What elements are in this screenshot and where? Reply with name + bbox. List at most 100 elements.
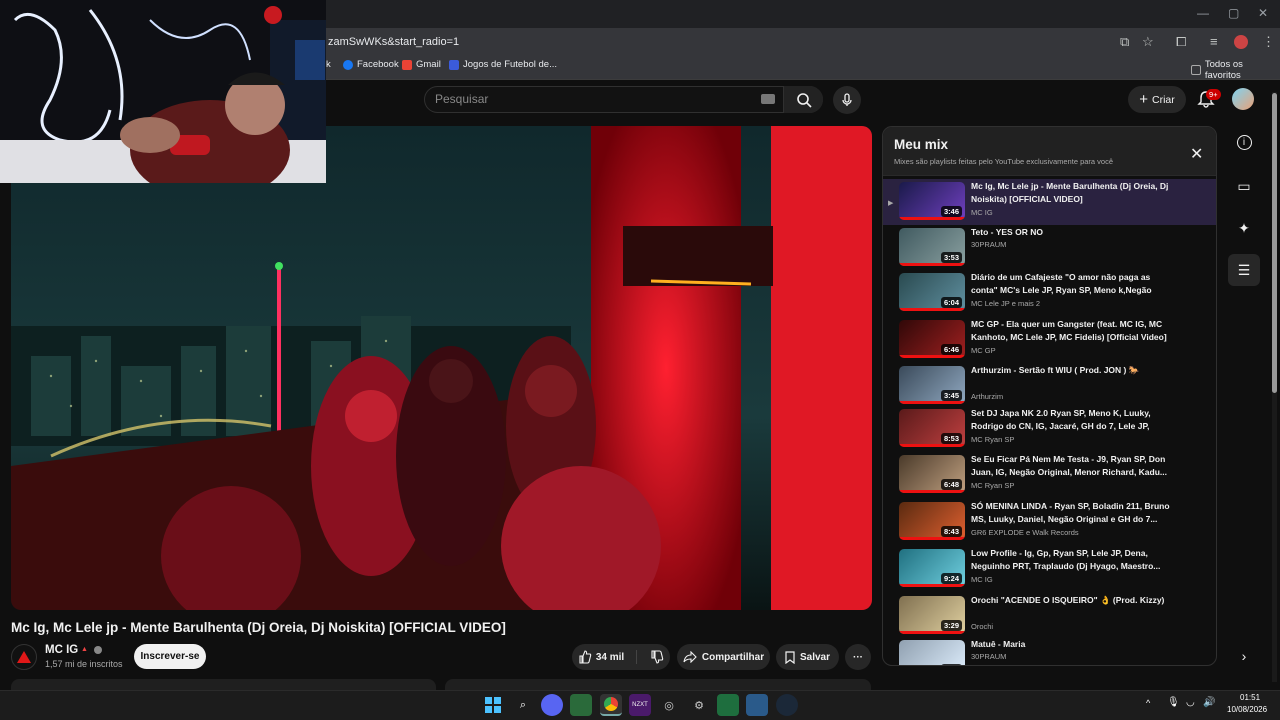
minimize-icon[interactable]: —: [1197, 6, 1209, 20]
playlist-item[interactable]: 6:04 Diário de um Cafajeste "O amor não p…: [883, 270, 1216, 316]
photos-icon[interactable]: [746, 694, 768, 716]
keyboard-icon[interactable]: [761, 94, 775, 104]
duration-badge: 3:29: [940, 620, 962, 631]
channel-avatar[interactable]: [11, 644, 37, 670]
extensions-icon[interactable]: ⧠: [1176, 34, 1186, 50]
playlist-item-channel: MC Lele JP e mais 2: [971, 299, 1041, 308]
playlist-thumbnail[interactable]: 3:53: [899, 228, 965, 266]
windows-logo-icon: [485, 697, 501, 713]
playlist-item[interactable]: ▶ 3:46 Mc Ig, Mc Lele jp - Mente Barulhent…: [883, 179, 1216, 225]
playlist-thumbnail[interactable]: 6:48: [899, 455, 965, 493]
playlist-item-title[interactable]: Teto - YES OR NO: [971, 226, 1176, 239]
playlist-thumbnail[interactable]: 3:46: [899, 182, 965, 220]
playlist-item-title[interactable]: Low Profile - Ig, Gp, Ryan SP, Lele JP, …: [971, 547, 1176, 573]
playlist-item[interactable]: 3:45 Arthurzim - Sertão ft WIU ( Prod. JO…: [883, 363, 1216, 409]
playlist-item-title[interactable]: Mc Ig, Mc Lele jp - Mente Barulhenta (Dj…: [971, 180, 1176, 206]
voice-search-button[interactable]: [833, 86, 861, 114]
playlist-thumbnail[interactable]: 8:53: [899, 409, 965, 447]
excel-icon[interactable]: [717, 694, 739, 716]
clock-date[interactable]: 10/08/2026: [1227, 705, 1267, 714]
share-button[interactable]: Compartilhar: [677, 644, 770, 670]
bookmark-jogos[interactable]: Jogos de Futebol de...: [449, 59, 557, 70]
channel-name[interactable]: MC IG: [45, 644, 78, 656]
dislike-button[interactable]: [642, 650, 664, 664]
url-text[interactable]: zamSwWKs&start_radio=1: [328, 36, 459, 48]
search-icon: [796, 92, 812, 108]
playlist-item[interactable]: 9:24 Low Profile - Ig, Gp, Ryan SP, Lele …: [883, 546, 1216, 592]
info-button[interactable]: i: [1228, 126, 1260, 158]
app-circle-icon[interactable]: ◎: [658, 694, 680, 716]
playlist-thumbnail[interactable]: 3:16: [899, 640, 965, 665]
artist-note-icon: ▲: [81, 646, 88, 653]
playlist-thumbnail[interactable]: 3:45: [899, 366, 965, 404]
playlist-item[interactable]: 3:29 Orochi "ACENDE O ISQUEIRO" 👌 (Prod. …: [883, 593, 1216, 639]
playlist-thumbnail[interactable]: 6:46: [899, 320, 965, 358]
playlist-item[interactable]: 3:53 Teto - YES OR NO 30PRAUM: [883, 225, 1216, 271]
playlist-toggle-button[interactable]: ☰: [1228, 254, 1260, 286]
nzxt-icon[interactable]: NZXT: [629, 694, 651, 716]
subscribe-button[interactable]: Inscrever-se: [134, 644, 206, 669]
profile-icon[interactable]: [1234, 35, 1248, 49]
bookmark-facebook[interactable]: Facebook: [343, 59, 399, 70]
more-actions-button[interactable]: ···: [845, 644, 871, 670]
video-frame: [11, 126, 872, 610]
playlist-thumbnail[interactable]: 9:24: [899, 549, 965, 587]
playlist-item-title[interactable]: Diário de um Cafajeste "O amor não paga …: [971, 271, 1176, 297]
chrome-icon[interactable]: [600, 694, 622, 716]
menu-dots-icon[interactable]: ⋮: [1262, 34, 1275, 50]
save-button[interactable]: Salvar: [776, 644, 839, 670]
like-button[interactable]: 34 mil: [578, 650, 638, 664]
settings-gear-icon[interactable]: ⚙: [688, 694, 710, 716]
expand-rail-button[interactable]: ›: [1228, 640, 1260, 672]
tray-chevron-icon[interactable]: ^: [1146, 698, 1150, 708]
search-box[interactable]: [424, 86, 823, 113]
playlist-item-title[interactable]: Matuê - Maria: [971, 638, 1176, 651]
clock-time[interactable]: 01:51: [1240, 693, 1260, 702]
app-green-icon[interactable]: [570, 694, 592, 716]
steam-icon[interactable]: [776, 694, 798, 716]
playlist-thumbnail[interactable]: 6:04: [899, 273, 965, 311]
bookmark-gmail[interactable]: Gmail: [402, 59, 441, 70]
bookmark-item[interactable]: k: [326, 59, 331, 70]
ai-button[interactable]: ✦: [1228, 212, 1260, 244]
video-player[interactable]: [11, 126, 872, 610]
media-icon[interactable]: ≡: [1210, 34, 1218, 49]
share-icon: [683, 651, 697, 663]
playlist-item[interactable]: 6:46 MC GP - Ela quer um Gangster (feat. …: [883, 317, 1216, 363]
microphone-tray-icon[interactable]: 🎙: [1167, 697, 1180, 708]
playlist-item-title[interactable]: Arthurzim - Sertão ft WIU ( Prod. JON ) …: [971, 364, 1176, 377]
playlist-item-title[interactable]: Set DJ Japa NK 2.0 Ryan SP, Meno K, Luuk…: [971, 407, 1176, 433]
playlist-item[interactable]: 8:53 Set DJ Japa NK 2.0 Ryan SP, Meno K, …: [883, 406, 1216, 452]
search-input[interactable]: [435, 92, 755, 106]
volume-icon[interactable]: 🔊: [1203, 697, 1215, 708]
windows-start-icon[interactable]: [482, 694, 504, 716]
playlist-item-title[interactable]: MC GP - Ela quer um Gangster (feat. MC I…: [971, 318, 1176, 344]
playlist-item-title[interactable]: SÓ MENINA LINDA - Ryan SP, Boladin 211, …: [971, 500, 1176, 526]
playlist-item[interactable]: 6:48 Se Eu Ficar Pá Nem Me Testa - J9, Ry…: [883, 452, 1216, 498]
chat-button[interactable]: ▭: [1228, 170, 1260, 202]
scrollbar-thumb[interactable]: [1272, 93, 1277, 393]
star-icon[interactable]: ☆: [1142, 34, 1154, 50]
duration-badge: 6:46: [940, 344, 962, 355]
close-window-icon[interactable]: ✕: [1258, 6, 1268, 20]
chevron-right-icon: ›: [1241, 648, 1247, 664]
account-avatar[interactable]: [1232, 88, 1254, 110]
duration-badge: 3:16: [940, 664, 962, 665]
chat-icon: ▭: [1237, 177, 1251, 194]
playlist-item[interactable]: 8:43 SÓ MENINA LINDA - Ryan SP, Boladin 2…: [883, 499, 1216, 545]
maximize-icon[interactable]: ▢: [1228, 6, 1239, 20]
playlist-item-title[interactable]: Orochi "ACENDE O ISQUEIRO" 👌 (Prod. Kizz…: [971, 594, 1176, 607]
all-bookmarks[interactable]: Todos os favoritos: [1191, 59, 1280, 81]
search-button[interactable]: [783, 86, 823, 113]
playlist-thumbnail[interactable]: 8:43: [899, 502, 965, 540]
playlist-item-title[interactable]: Se Eu Ficar Pá Nem Me Testa - J9, Ryan S…: [971, 453, 1176, 479]
taskbar-search-icon[interactable]: ⌕: [512, 694, 534, 716]
create-button[interactable]: + Criar: [1128, 86, 1186, 113]
playlist-thumbnail[interactable]: 3:29: [899, 596, 965, 634]
cast-icon[interactable]: ⧉: [1120, 34, 1129, 50]
wifi-icon[interactable]: ◡: [1186, 697, 1195, 708]
discord-icon[interactable]: [541, 694, 563, 716]
subscriber-count: 1,57 mi de inscritos: [45, 659, 123, 669]
close-mix-icon[interactable]: ✕: [1190, 144, 1203, 164]
playlist-item[interactable]: 3:16 Matuê - Maria30PRAUM: [883, 637, 1216, 665]
